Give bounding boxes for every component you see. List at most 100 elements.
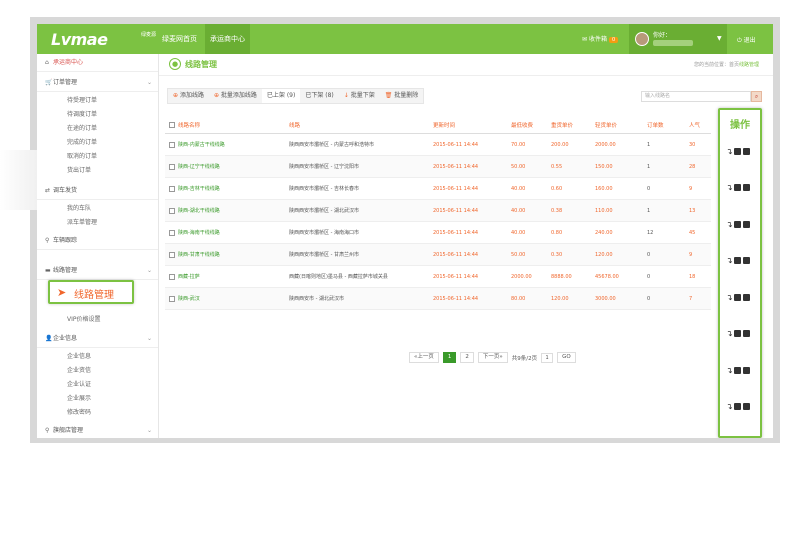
sidebar-sub-dispatch-orders[interactable]: 派车单管理 (67, 216, 97, 230)
row-checkbox[interactable] (169, 229, 175, 236)
sidebar-sub-shipped[interactable]: 货出订单 (67, 164, 91, 178)
delete-icon[interactable] (743, 147, 750, 155)
paper-plane-icon: ➤ (57, 286, 67, 299)
sidebar-item-dispatch[interactable]: ⇄ 调车发货 (37, 182, 158, 200)
row-heavy-price: 0.30 (551, 251, 563, 258)
row-name[interactable]: 陕西-海南干线线路 (169, 222, 220, 243)
inbox-link[interactable]: ✉ 收件箱 0 (582, 34, 619, 43)
row-popularity: 28 (689, 163, 696, 170)
row-checkbox[interactable] (169, 141, 175, 148)
chevron-down-icon: ⌄ (146, 427, 152, 434)
sidebar-sub-cancelled[interactable]: 取消的订单 (67, 150, 97, 164)
edit-icon[interactable] (734, 257, 741, 264)
row-checkbox[interactable] (169, 207, 175, 214)
off-shelf-icon[interactable]: ↴ (726, 220, 733, 228)
nav-home-link[interactable]: 绿麦网首页 (157, 24, 202, 54)
nav-carrier-center[interactable]: 承运商中心 (205, 24, 250, 54)
sidebar-item-flagship[interactable]: ⚲ 旗舰店管理 ⌄ (37, 422, 158, 438)
off-shelf-icon[interactable]: ↴ (726, 366, 733, 374)
off-shelf-icon[interactable]: ↴ (726, 330, 733, 338)
sidebar-item-tracking[interactable]: ⚲ 车辆跟踪 (37, 232, 158, 250)
row-route: 陕西西安市灞桥区 - 甘肃兰州市 (289, 252, 359, 258)
go-button[interactable]: GO (557, 352, 576, 363)
sidebar-sub-pending[interactable]: 待受理订单 (67, 94, 97, 108)
row-name[interactable]: 陕西-武汉 (169, 288, 200, 309)
row-checkbox[interactable] (169, 273, 175, 280)
delete-icon[interactable] (743, 366, 750, 374)
row-time: 2015-06-11 14:44 (433, 273, 479, 280)
toolbar: ⊕ 添加线路 ⊕ 批量添加线路 已上架 (9) 已下架 (8) ↓ 批量下架 🗑… (167, 88, 425, 104)
row-checkbox[interactable] (169, 163, 175, 170)
edit-icon[interactable] (734, 220, 741, 228)
sidebar-sub-dispatch[interactable]: 待调度订单 (67, 108, 97, 122)
row-name[interactable]: 陕西-辽宁干线线路 (169, 156, 220, 177)
search-button[interactable]: ⌕ (751, 91, 762, 102)
sidebar-sub-showcase[interactable]: 企业展示 (67, 392, 91, 406)
delete-icon[interactable] (743, 403, 750, 410)
off-shelf-icon[interactable]: ↴ (726, 293, 733, 301)
search-input[interactable]: 输入线路名 (641, 91, 751, 102)
tab-on-shelf[interactable]: 已上架 (9) (261, 89, 301, 103)
off-shelf-icon[interactable]: ↴ (726, 257, 733, 265)
edit-icon[interactable] (734, 184, 741, 191)
delete-icon[interactable] (743, 293, 750, 301)
row-name[interactable]: 陕西-湖北干线线路 (169, 200, 220, 221)
edit-icon[interactable] (734, 366, 741, 374)
edit-icon[interactable] (734, 403, 741, 410)
sidebar-sub-company-info[interactable]: 企业信息 (67, 350, 91, 364)
next-page-button[interactable]: 下一页» (477, 352, 508, 363)
row-heavy-price: 8888.00 (551, 273, 572, 280)
logo[interactable]: Lvmae (51, 30, 108, 49)
sidebar-sub-vip-price[interactable]: VIP价格设置 (67, 313, 101, 327)
row-name[interactable]: 陕西-内蒙古干线线路 (169, 134, 225, 155)
sidebar-sub-complete[interactable]: 完成的订单 (67, 136, 97, 150)
edit-icon[interactable] (734, 293, 741, 301)
row-name[interactable]: 陕西-吉林干线线路 (169, 178, 220, 199)
batch-off-button[interactable]: ↓ 批量下架 (339, 89, 380, 103)
row-checkbox[interactable] (169, 295, 175, 302)
sidebar-sub-password[interactable]: 修改密码 (67, 406, 91, 420)
delete-icon[interactable] (743, 257, 750, 264)
off-shelf-icon[interactable]: ↴ (726, 184, 733, 192)
off-shelf-icon[interactable]: ↴ (726, 403, 733, 411)
row-name-label: 陕西-内蒙古干线线路 (178, 142, 225, 148)
route-mgmt-callout[interactable]: ➤ 线路管理 (48, 280, 134, 304)
sidebar-sub-certify[interactable]: 企业认证 (67, 378, 91, 392)
add-route-button[interactable]: ⊕ 添加线路 (168, 89, 209, 103)
row-popularity: 9 (689, 251, 693, 258)
off-shelf-icon[interactable]: ↴ (726, 147, 733, 155)
user-menu[interactable]: 你好： ▼ (629, 24, 727, 54)
prev-page-button[interactable]: «上一页 (409, 352, 439, 363)
header-orders: 订单数 (647, 122, 664, 129)
page-header: ● 线路管理 您的当前位置：首页线路管理 (159, 54, 773, 76)
breadcrumb-prefix[interactable]: 您的当前位置：首页 (694, 62, 739, 68)
page-jump-input[interactable]: 1 (541, 352, 554, 363)
batch-add-button[interactable]: ⊕ 批量添加线路 (209, 89, 262, 103)
sidebar-item-routes[interactable]: ▬ 线路管理 ⌄ (37, 262, 158, 280)
row-actions: ↴ (726, 365, 758, 375)
row-name[interactable]: 陕西-甘肃干线线路 (169, 244, 220, 265)
sidebar-item-orders[interactable]: 🛒订单管理 ⌄ (37, 74, 158, 92)
batch-delete-button[interactable]: 🗑 批量删除 (380, 89, 424, 103)
sidebar-sub-fleet[interactable]: 我的车队 (67, 202, 91, 216)
edit-icon[interactable] (734, 147, 741, 155)
sidebar-sub-credit[interactable]: 企业资信 (67, 364, 91, 378)
row-checkbox[interactable] (169, 185, 175, 192)
page-1-button[interactable]: 1 (442, 352, 457, 363)
delete-icon[interactable] (743, 330, 750, 337)
caret-down-icon: ▼ (717, 35, 722, 42)
logout-link[interactable]: ⏻ 退出 (737, 35, 756, 45)
sidebar-item-company[interactable]: 👤企业信息 ⌄ (37, 330, 158, 348)
select-all-checkbox[interactable] (169, 121, 175, 128)
row-checkbox[interactable] (169, 251, 175, 258)
avatar (635, 32, 649, 46)
edit-icon[interactable] (734, 330, 741, 337)
tab-off-shelf[interactable]: 已下架 (8) (300, 89, 338, 103)
sidebar-item-home[interactable]: ⌂ 承运商中心 (37, 54, 158, 72)
row-popularity: 18 (689, 273, 696, 280)
row-name[interactable]: 西藏-拉萨 (169, 266, 200, 287)
delete-icon[interactable] (743, 184, 750, 191)
page-2-button[interactable]: 2 (460, 352, 474, 363)
sidebar-sub-transit[interactable]: 在途的订单 (67, 122, 97, 136)
delete-icon[interactable] (743, 220, 750, 228)
